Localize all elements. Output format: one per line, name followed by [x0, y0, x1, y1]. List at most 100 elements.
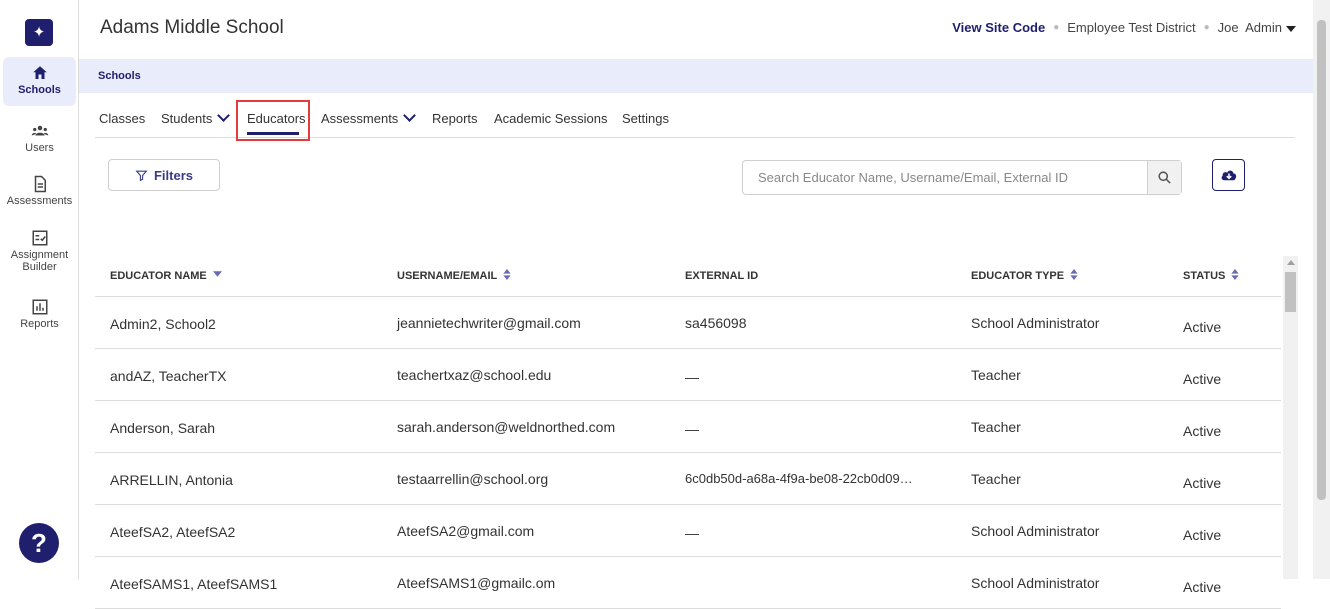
sidebar-item-assessments[interactable]: Assessments	[3, 175, 76, 207]
status: Active	[1183, 319, 1222, 335]
user-first-name: Joe	[1217, 20, 1239, 35]
header-label: STATUS	[1183, 270, 1226, 282]
sidebar-item-users[interactable]: Users	[3, 122, 76, 154]
status: Active	[1183, 423, 1222, 439]
educator-email: teachertxaz@school.edu	[397, 367, 552, 383]
search-icon	[1158, 171, 1171, 184]
tab-assessments[interactable]: Assessments	[321, 109, 417, 126]
external-id: sa456098	[685, 315, 747, 331]
home-icon	[32, 66, 47, 79]
download-button[interactable]	[1212, 159, 1245, 191]
filters-button[interactable]: Filters	[108, 159, 220, 191]
table-row[interactable]: andAZ, TeacherTX teachertxaz@school.edu …	[95, 349, 1281, 401]
header-label: USERNAME/EMAIL	[397, 270, 498, 282]
chevron-down-icon	[217, 109, 231, 122]
educator-name: Anderson, Sarah	[110, 420, 216, 436]
table-row[interactable]: Admin2, School2 jeannietechwriter@gmail.…	[95, 297, 1281, 349]
table-scrollbar-thumb[interactable]	[1285, 272, 1296, 312]
educator-type: Teacher	[971, 419, 1021, 435]
separator-dot: ●	[1203, 22, 1210, 33]
left-nav-rail: ✦ Schools Users Assessments Assignment B…	[0, 0, 79, 579]
educator-email: AteefSAMS1@gmailc.om	[397, 575, 556, 591]
header-actions: View Site Code ● Employee Test District …	[952, 20, 1296, 35]
educator-type: Teacher	[971, 471, 1021, 487]
educator-email: sarah.anderson@weldnorthed.com	[397, 419, 616, 435]
column-header-educator-type[interactable]: EDUCATOR TYPE	[971, 268, 1078, 282]
active-tab-underline	[247, 132, 299, 135]
tab-students[interactable]: Students	[161, 109, 231, 126]
app-logo[interactable]: ✦	[25, 19, 53, 46]
tab-label: Assessments	[321, 111, 399, 126]
educator-type: Teacher	[971, 367, 1021, 383]
educator-name: Admin2, School2	[110, 316, 216, 332]
search-input[interactable]	[743, 161, 1148, 194]
external-id: —	[685, 525, 699, 541]
table-header: EDUCATOR NAME USERNAME/EMAIL EXTERNAL ID…	[95, 256, 1281, 297]
breadcrumb-schools[interactable]: Schools	[98, 70, 141, 82]
educators-table: EDUCATOR NAME USERNAME/EMAIL EXTERNAL ID…	[95, 256, 1281, 609]
sidebar-item-schools[interactable]: Schools	[3, 57, 76, 106]
table-row[interactable]: AteefSAMS1, AteefSAMS1 AteefSAMS1@gmailc…	[95, 557, 1281, 609]
sidebar-item-label: Reports	[20, 318, 59, 330]
sidebar-item-label: Schools	[18, 84, 61, 96]
educator-email: jeannietechwriter@gmail.com	[397, 315, 581, 331]
document-icon	[34, 175, 46, 193]
sort-down-icon	[212, 271, 222, 277]
sidebar-item-label: Users	[25, 142, 54, 154]
tab-reports[interactable]: Reports	[432, 111, 478, 126]
separator-dot: ●	[1053, 22, 1060, 33]
external-id: —	[685, 369, 699, 385]
educator-name: AteefSA2, AteefSA2	[110, 524, 236, 540]
educator-name: ARRELLIN, Antonia	[110, 472, 233, 488]
status: Active	[1183, 579, 1222, 595]
table-row[interactable]: Anderson, Sarah sarah.anderson@weldnorth…	[95, 401, 1281, 453]
header-label: EDUCATOR NAME	[110, 270, 207, 282]
page-scrollbar[interactable]	[1313, 0, 1330, 579]
external-id: —	[685, 421, 699, 437]
column-header-educator-name[interactable]: EDUCATOR NAME	[110, 270, 222, 282]
status: Active	[1183, 475, 1222, 491]
table-row[interactable]: ARRELLIN, Antonia testaarrellin@school.o…	[95, 453, 1281, 505]
educator-email: AteefSA2@gmail.com	[397, 523, 535, 539]
column-header-external-id: EXTERNAL ID	[685, 270, 759, 282]
educator-type: School Administrator	[971, 523, 1100, 539]
tab-settings[interactable]: Settings	[622, 111, 669, 126]
table-scrollbar[interactable]	[1283, 256, 1298, 579]
bar-chart-icon	[32, 299, 47, 315]
table-row[interactable]: AteefSA2, AteefSA2 AteefSA2@gmail.com — …	[95, 505, 1281, 557]
caret-down-icon	[1286, 25, 1296, 32]
sort-icon	[1070, 268, 1078, 280]
sort-icon	[503, 268, 511, 280]
active-tab-highlight	[236, 100, 310, 141]
tab-label: Students	[161, 111, 213, 126]
sidebar-item-label: Assignment Builder	[10, 249, 69, 273]
column-header-username-email[interactable]: USERNAME/EMAIL	[397, 268, 511, 282]
tab-classes[interactable]: Classes	[99, 111, 145, 126]
breadcrumb: Schools	[79, 59, 1313, 93]
page-title: Adams Middle School	[100, 17, 284, 38]
district-name: Employee Test District	[1067, 20, 1196, 35]
sidebar-item-reports[interactable]: Reports	[3, 298, 76, 330]
sidebar-item-assignment-builder[interactable]: Assignment Builder	[3, 229, 76, 273]
header-label: EDUCATOR TYPE	[971, 270, 1065, 282]
chevron-down-icon	[403, 109, 417, 122]
educator-type: School Administrator	[971, 315, 1100, 331]
checklist-icon	[32, 230, 47, 246]
view-site-code-link[interactable]: View Site Code	[952, 20, 1045, 35]
column-header-status[interactable]: STATUS	[1183, 268, 1240, 282]
scroll-up-arrow[interactable]	[1287, 260, 1295, 265]
tab-academic-sessions[interactable]: Academic Sessions	[494, 111, 607, 126]
filters-label: Filters	[153, 167, 193, 183]
educator-name: AteefSAMS1, AteefSAMS1	[110, 576, 278, 592]
filter-icon	[135, 170, 148, 181]
page-scrollbar-thumb[interactable]	[1317, 20, 1326, 500]
sidebar-item-label: Assessments	[6, 195, 73, 207]
status: Active	[1183, 527, 1222, 543]
help-button[interactable]: ?	[19, 523, 59, 563]
educator-name: andAZ, TeacherTX	[110, 368, 227, 384]
search-box	[742, 160, 1182, 195]
user-last-name: Admin	[1245, 20, 1282, 35]
users-icon	[31, 125, 48, 136]
search-button[interactable]	[1147, 161, 1181, 194]
user-menu[interactable]: Joe Admin	[1218, 20, 1296, 35]
